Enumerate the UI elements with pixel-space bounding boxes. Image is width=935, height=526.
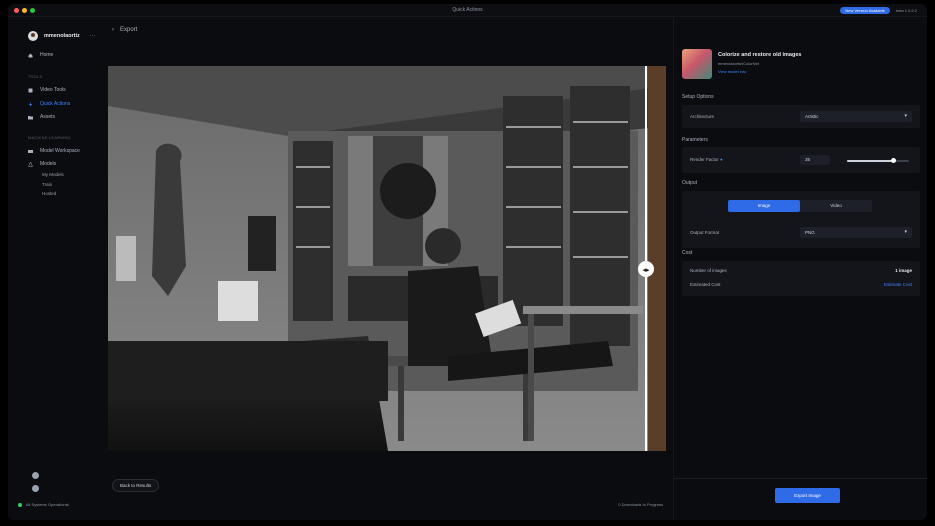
sidebar-item-home[interactable]: Home xyxy=(28,52,53,58)
sidebar-item-label: Assets xyxy=(40,114,56,120)
title-bar: Quick Actions New Version Available beta… xyxy=(8,4,927,17)
chat-icon[interactable] xyxy=(32,472,39,479)
version-label: beta 1.0.9.2 xyxy=(895,8,917,13)
ml-section-label: MACHINE LEARNING xyxy=(28,136,71,140)
chevron-down-icon: ▾ xyxy=(904,229,907,235)
sidebar-item-my-models[interactable]: My Models xyxy=(42,172,64,177)
output-format-select[interactable]: PNG ▾ xyxy=(800,227,912,238)
video-icon xyxy=(28,88,33,92)
new-version-badge[interactable]: New Version Available xyxy=(840,7,890,14)
setup-options-card: Architecture Artistic ▾ xyxy=(682,105,920,128)
user-menu[interactable]: mmenolaortiz ··· xyxy=(28,31,96,41)
back-to-results-button[interactable]: Back to Results xyxy=(112,479,160,492)
architecture-value: Artistic xyxy=(805,114,819,119)
model-thumbnail xyxy=(682,49,712,79)
image-compare-preview[interactable]: ◂▸ xyxy=(108,66,666,451)
sidebar-item-hosted[interactable]: Hosted xyxy=(42,191,56,196)
app-window: Quick Actions New Version Available beta… xyxy=(8,4,927,520)
photo-preview: ◂▸ xyxy=(108,66,666,451)
slider-fill xyxy=(847,160,894,162)
architecture-label: Architecture xyxy=(690,114,715,119)
status-text: All Systems Operational xyxy=(26,502,69,507)
lightning-icon xyxy=(29,101,32,107)
folder-icon xyxy=(28,115,33,119)
username: mmenolaortiz xyxy=(44,33,80,39)
cost-label: Cost xyxy=(682,250,693,256)
sidebar-item-train[interactable]: Train xyxy=(42,182,52,187)
slider-handle[interactable] xyxy=(891,158,896,163)
output-format-label: Output Format xyxy=(690,230,720,235)
downloads-status: 0 Downloads In Progress xyxy=(618,502,663,507)
sidebar-item-label: Video Tools xyxy=(40,87,66,93)
number-of-images-label: Number of images xyxy=(690,268,727,273)
render-factor-slider[interactable] xyxy=(847,158,909,163)
sidebar-item-label: Models xyxy=(40,161,57,167)
window-title: Quick Actions xyxy=(452,7,483,13)
help-icon[interactable] xyxy=(32,485,39,492)
back-button[interactable]: ‹ Export xyxy=(112,27,137,33)
parameters-label: Parameters xyxy=(682,137,708,143)
sidebar-item-quick-actions[interactable]: Quick Actions xyxy=(28,101,70,107)
sidebar-item-models[interactable]: Models xyxy=(28,161,56,167)
architecture-select[interactable]: Artistic ▾ xyxy=(800,111,912,122)
render-factor-input[interactable]: 35 xyxy=(800,155,830,165)
sidebar: mmenolaortiz ··· Home TOOLS Video Tools … xyxy=(8,17,104,520)
more-icon[interactable]: ··· xyxy=(90,33,96,39)
divider xyxy=(674,478,927,479)
parameters-card: Render Factor ● 35 xyxy=(682,147,920,173)
info-icon[interactable]: ● xyxy=(720,157,723,162)
estimate-cost-link[interactable]: Estimate Cost xyxy=(884,282,912,287)
workspace-icon xyxy=(28,149,33,153)
svg-text:◂▸: ◂▸ xyxy=(642,266,650,274)
tab-video[interactable]: Video xyxy=(800,200,872,212)
chevron-down-icon: ▾ xyxy=(904,113,907,119)
output-label: Output xyxy=(682,180,698,186)
cost-card: Number of images 1 image Estimated Cost … xyxy=(682,261,920,296)
output-type-toggle[interactable]: Image Video xyxy=(728,200,872,212)
sidebar-item-label: Quick Actions xyxy=(40,101,71,107)
sidebar-item-label: Home xyxy=(40,52,54,58)
sidebar-item-model-workspace[interactable]: Model Workspace xyxy=(28,148,80,154)
estimated-cost-label: Estimated Cost xyxy=(690,282,721,287)
export-image-button[interactable]: Export Image xyxy=(775,488,840,503)
home-icon xyxy=(28,53,33,57)
chevron-left-icon: ‹ xyxy=(112,27,114,33)
output-format-value: PNG xyxy=(805,230,815,235)
models-icon xyxy=(28,161,33,167)
model-author: mmenolaortiz/ColorNet xyxy=(718,61,759,66)
model-info-link[interactable]: View model info xyxy=(718,69,746,74)
model-title: Colorize and restore old images xyxy=(718,52,802,58)
settings-panel: Colorize and restore old images mmenolao… xyxy=(673,17,927,520)
system-status: All Systems Operational xyxy=(18,502,69,507)
setup-options-label: Setup Options xyxy=(682,94,714,100)
status-dot-icon xyxy=(18,502,22,507)
tab-image[interactable]: Image xyxy=(728,200,800,212)
sidebar-item-label: Model Workspace xyxy=(40,148,80,154)
render-factor-text: Render Factor xyxy=(690,157,719,162)
sidebar-item-assets[interactable]: Assets xyxy=(28,114,55,120)
render-factor-label: Render Factor ● xyxy=(690,157,723,162)
avatar xyxy=(28,31,38,41)
back-label: Export xyxy=(120,27,138,33)
tools-section-label: TOOLS xyxy=(28,75,43,79)
output-card: Image Video Output Format PNG ▾ xyxy=(682,191,920,248)
sidebar-item-video-tools[interactable]: Video Tools xyxy=(28,87,66,93)
number-of-images-value: 1 image xyxy=(895,268,912,273)
